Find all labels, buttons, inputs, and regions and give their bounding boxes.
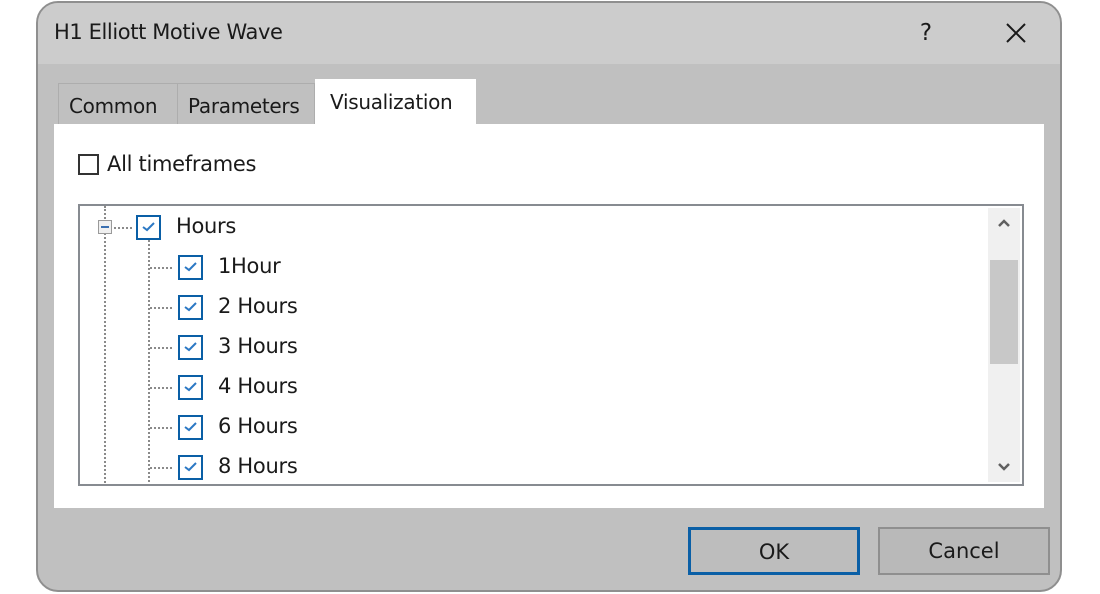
tab-common[interactable]: Common [58,83,178,125]
timeframe-checkbox[interactable] [178,375,203,400]
timeframe-checkbox[interactable] [178,295,203,320]
scrollbar-thumb[interactable] [990,260,1018,364]
tab-parameters[interactable]: Parameters [177,83,315,125]
check-icon [184,462,197,472]
close-icon [1006,23,1026,43]
tree-line-child [150,267,172,269]
timeframe-label: 6 Hours [218,414,298,438]
tree-line-child [150,427,172,429]
scroll-down-button[interactable] [988,452,1020,482]
check-icon [184,302,197,312]
vertical-scrollbar[interactable] [988,208,1020,482]
timeframe-checkbox[interactable] [178,255,203,280]
title-bar[interactable]: H1 Elliott Motive Wave ? [38,3,1060,64]
check-icon [184,262,197,272]
timeframe-checkbox[interactable] [178,455,203,480]
check-icon [184,342,197,352]
all-timeframes-checkbox[interactable]: All timeframes [78,152,256,176]
check-icon [184,422,197,432]
check-icon [142,222,155,232]
dialog-window: H1 Elliott Motive Wave ? Common Paramete… [36,1,1062,592]
dialog-title: H1 Elliott Motive Wave [54,20,283,44]
tree-line-root-h [114,227,132,229]
help-button[interactable]: ? [908,15,944,51]
chevron-down-icon [998,463,1010,471]
tree-node-label: Hours [176,214,237,238]
tree-line-child [150,387,172,389]
timeframes-tree[interactable]: Hours 1Hour 2 Hours 3 Hours 4 Hours 6 Ho… [78,204,1024,486]
visualization-panel: All timeframes Hours 1Hour 2 Hours 3 Hou… [54,124,1044,508]
cancel-button[interactable]: Cancel [878,527,1050,575]
timeframe-label: 8 Hours [218,454,298,478]
all-timeframes-label: All timeframes [107,152,257,176]
ok-button[interactable]: OK [688,527,860,575]
check-icon [184,382,197,392]
tree-line-root [104,206,106,484]
hours-checkbox[interactable] [136,215,161,240]
checkbox-box[interactable] [78,153,99,175]
tab-visualization[interactable]: Visualization [315,79,476,125]
tree-line-children [148,240,150,484]
timeframe-checkbox[interactable] [178,415,203,440]
timeframe-label: 2 Hours [218,294,298,318]
timeframe-label: 3 Hours [218,334,298,358]
scroll-up-button[interactable] [988,208,1020,238]
collapse-icon[interactable] [98,220,112,234]
tree-line-child [150,467,172,469]
tree-line-child [150,347,172,349]
timeframe-label: 4 Hours [218,374,298,398]
close-button[interactable] [994,13,1038,53]
chevron-up-icon [998,219,1010,227]
timeframe-checkbox[interactable] [178,335,203,360]
timeframe-label: 1Hour [218,254,281,278]
tree-line-child [150,307,172,309]
